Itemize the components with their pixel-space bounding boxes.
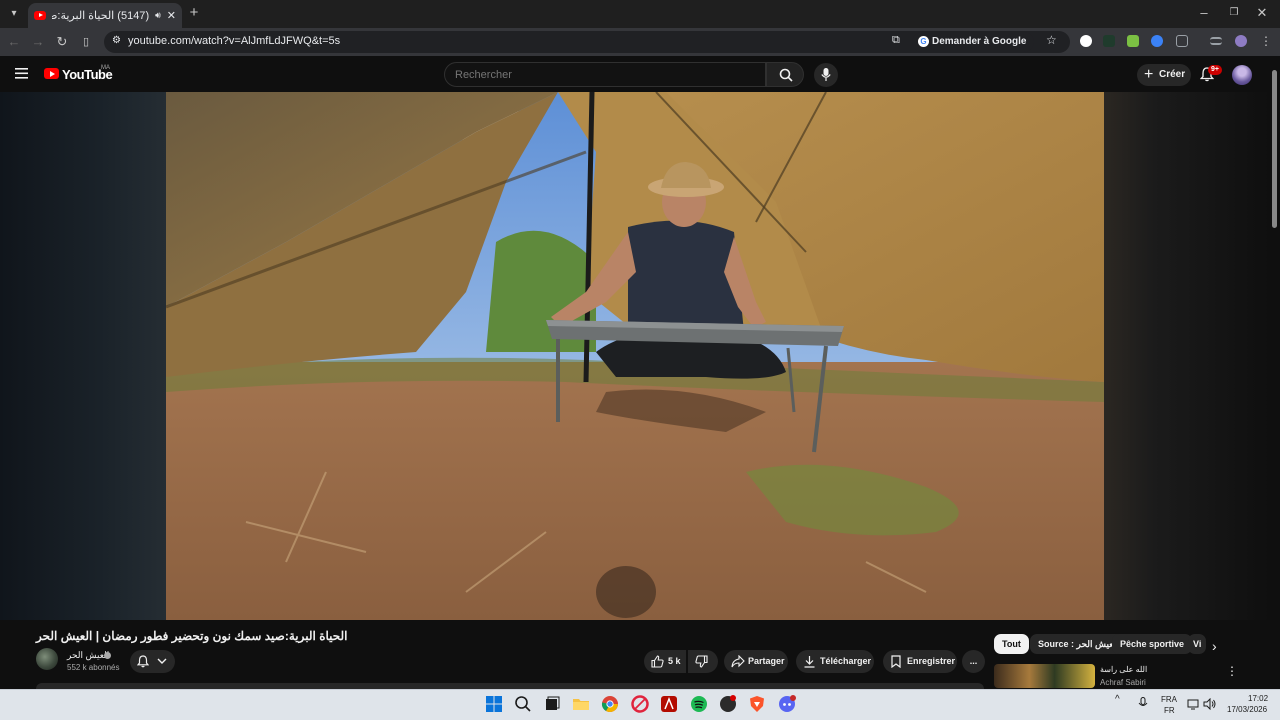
chrome-app-icon[interactable] [601, 695, 619, 713]
recommended-video-channel: Achraf Sabiri [1100, 678, 1146, 687]
minimize-icon[interactable]: – [1196, 5, 1212, 21]
chevron-right-icon[interactable]: › [1212, 638, 1217, 654]
site-info-icon[interactable]: ⚙ [112, 35, 121, 46]
channel-name[interactable]: العيش الحر [67, 650, 109, 661]
opera-app-icon[interactable] [631, 695, 649, 713]
ambient-glow-left [0, 92, 166, 620]
search-icon [779, 68, 793, 82]
download-icon [804, 656, 815, 668]
notification-count-badge: 9+ [1208, 65, 1222, 75]
keyboard-layout-indicator[interactable]: FR [1164, 706, 1175, 715]
user-avatar[interactable] [1232, 65, 1252, 85]
back-icon[interactable]: ← [6, 34, 22, 50]
recommended-video-title[interactable]: الله على راسة [1100, 665, 1147, 674]
dislike-button[interactable] [688, 650, 718, 673]
spotify-app-icon[interactable] [690, 695, 708, 713]
voice-search-button[interactable] [814, 63, 838, 87]
extension-leaf-icon[interactable] [1127, 35, 1139, 47]
share-button[interactable]: Partager [724, 650, 788, 673]
url-text: youtube.com/watch?v=AlJmfLdJFWQ&t=5s [128, 35, 341, 47]
forward-icon[interactable]: → [30, 34, 46, 50]
cast-icon[interactable]: ⧉ [892, 34, 900, 47]
tab-title: (5147) الحياة البرية:صيد سمك [52, 10, 150, 22]
language-indicator[interactable]: FRA [1161, 695, 1177, 704]
audio-playing-icon[interactable]: 🔊︎ [155, 10, 161, 21]
like-button[interactable]: 5 k [644, 650, 686, 673]
bookmark-icon [891, 655, 901, 668]
search-button[interactable] [766, 62, 804, 87]
search-input[interactable] [445, 63, 765, 86]
chip-all[interactable]: Tout [994, 634, 1029, 654]
more-actions-icon: ... [969, 656, 978, 666]
restore-icon[interactable]: ❐ [1226, 5, 1242, 21]
chip-fishing[interactable]: Pêche sportive [1112, 634, 1193, 654]
tray-microphone-icon[interactable] [1138, 697, 1148, 711]
download-button[interactable]: Télécharger [796, 650, 874, 673]
video-frame [166, 92, 1104, 620]
subscriber-count: 552 k abonnés [67, 663, 120, 672]
clock-time[interactable]: 17:02 [1248, 694, 1268, 703]
recommended-video-menu-icon[interactable]: ⋮ [1226, 664, 1238, 678]
browser-tab-strip: ▾ (5147) الحياة البرية:صيد سمك 🔊︎ ✕ + – … [0, 0, 1280, 28]
page-scrollbar-thumb[interactable] [1272, 70, 1277, 228]
channel-avatar[interactable] [36, 648, 58, 670]
pdf-app-icon[interactable] [660, 695, 678, 713]
video-title: الحياة البرية:صيد سمك نون وتحضير فطور رم… [36, 629, 348, 643]
file-explorer-icon[interactable] [572, 695, 590, 713]
thumbs-up-icon [651, 655, 664, 668]
tab-close-icon[interactable]: ✕ [167, 9, 176, 22]
more-actions-button[interactable]: ... [962, 650, 985, 673]
extension-blue-icon[interactable] [1151, 35, 1163, 47]
search-box[interactable] [444, 62, 766, 87]
task-view-icon[interactable] [543, 695, 561, 713]
ambient-glow-right [1104, 92, 1270, 620]
bell-icon [137, 655, 149, 668]
share-icon [731, 655, 745, 668]
youtube-logo-icon[interactable] [44, 68, 59, 79]
windows-start-icon[interactable] [485, 695, 503, 713]
bookmark-star-icon[interactable]: ☆ [1046, 33, 1057, 47]
extension-openai-icon[interactable] [1080, 35, 1092, 47]
hamburger-menu-icon[interactable] [15, 68, 28, 79]
verified-badge-icon [104, 652, 111, 659]
subscription-bell-button[interactable] [130, 650, 175, 673]
brave-app-icon[interactable] [748, 695, 766, 713]
reload-icon[interactable]: ↻ [54, 34, 70, 50]
taskbar-search-icon[interactable] [514, 695, 532, 713]
profile-avatar-icon[interactable] [1235, 35, 1247, 47]
save-button[interactable]: Enregistrer [883, 650, 957, 673]
save-label: Enregistrer [907, 656, 956, 666]
chip-more[interactable]: Vi [1188, 634, 1206, 654]
country-code: MA [101, 65, 110, 71]
download-label: Télécharger [820, 656, 872, 666]
recommended-video-thumbnail[interactable] [994, 664, 1095, 688]
like-count: 5 k [668, 656, 681, 666]
app-dark-icon[interactable] [719, 695, 737, 713]
extensions-puzzle-icon[interactable] [1176, 35, 1188, 47]
youtube-favicon-icon [34, 11, 46, 20]
share-label: Partager [748, 656, 785, 666]
chrome-menu-icon[interactable]: ⋮ [1258, 33, 1274, 49]
ask-google-button[interactable]: Demander à Google [912, 32, 1035, 52]
tray-overflow-chevron-icon[interactable]: ^ [1115, 694, 1120, 705]
discord-app-icon[interactable] [778, 695, 796, 713]
volume-icon[interactable] [1203, 698, 1217, 710]
reading-list-icon[interactable] [1210, 37, 1222, 45]
side-panel-icon[interactable]: ▯ [78, 34, 94, 50]
network-icon[interactable] [1187, 698, 1201, 710]
tab-search-icon[interactable]: ▾ [6, 6, 22, 22]
chevron-down-icon [157, 658, 167, 664]
browser-tab[interactable]: (5147) الحياة البرية:صيد سمك 🔊︎ ✕ [28, 3, 182, 28]
microphone-icon [821, 68, 831, 81]
extension-terminal-icon[interactable] [1103, 35, 1115, 47]
create-button[interactable]: Créer [1137, 64, 1191, 86]
thumbs-down-icon [695, 655, 708, 668]
video-player[interactable] [166, 92, 1104, 620]
new-tab-icon[interactable]: + [186, 5, 202, 21]
window-close-icon[interactable]: ✕ [1254, 5, 1270, 21]
clock-date[interactable]: 17/03/2026 [1227, 705, 1267, 714]
